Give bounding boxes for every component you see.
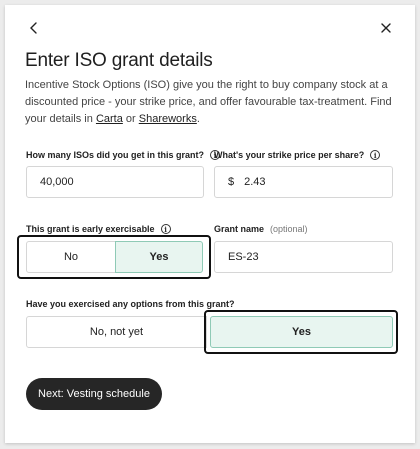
grant-name-label: Grant name (optional) — [214, 224, 308, 234]
next-vesting-schedule-button[interactable]: Next: Vesting schedule — [26, 378, 162, 410]
carta-link[interactable]: Carta — [96, 113, 123, 125]
early-exercisable-no-option[interactable]: No — [26, 241, 116, 273]
iso-count-input[interactable]: 40,000 — [26, 166, 204, 198]
info-icon[interactable]: i — [160, 224, 171, 234]
grant-details-modal: Enter ISO grant details Incentive Stock … — [5, 5, 415, 443]
early-exercisable-label: This grant is early exercisable i — [26, 224, 171, 234]
strike-price-input[interactable]: $ 2.43 — [214, 166, 393, 198]
iso-count-label: How many ISOs did you get in this grant?… — [26, 150, 221, 160]
chevron-left-icon[interactable] — [25, 19, 43, 37]
grant-name-input[interactable]: ES-23 — [214, 241, 393, 273]
info-icon[interactable]: i — [370, 150, 381, 160]
page-title: Enter ISO grant details — [25, 50, 213, 71]
strike-price-label: What's your strike price per share? i — [214, 150, 381, 160]
currency-symbol: $ — [228, 176, 235, 188]
shareworks-link[interactable]: Shareworks — [139, 113, 197, 125]
description: Incentive Stock Options (ISO) give you t… — [25, 79, 392, 125]
exercised-yes-option[interactable]: Yes — [210, 316, 393, 348]
exercised-label: Have you exercised any options from this… — [26, 299, 235, 309]
early-exercisable-yes-option[interactable]: Yes — [115, 241, 203, 273]
exercised-no-option[interactable]: No, not yet — [26, 316, 207, 348]
close-icon[interactable] — [377, 19, 395, 37]
